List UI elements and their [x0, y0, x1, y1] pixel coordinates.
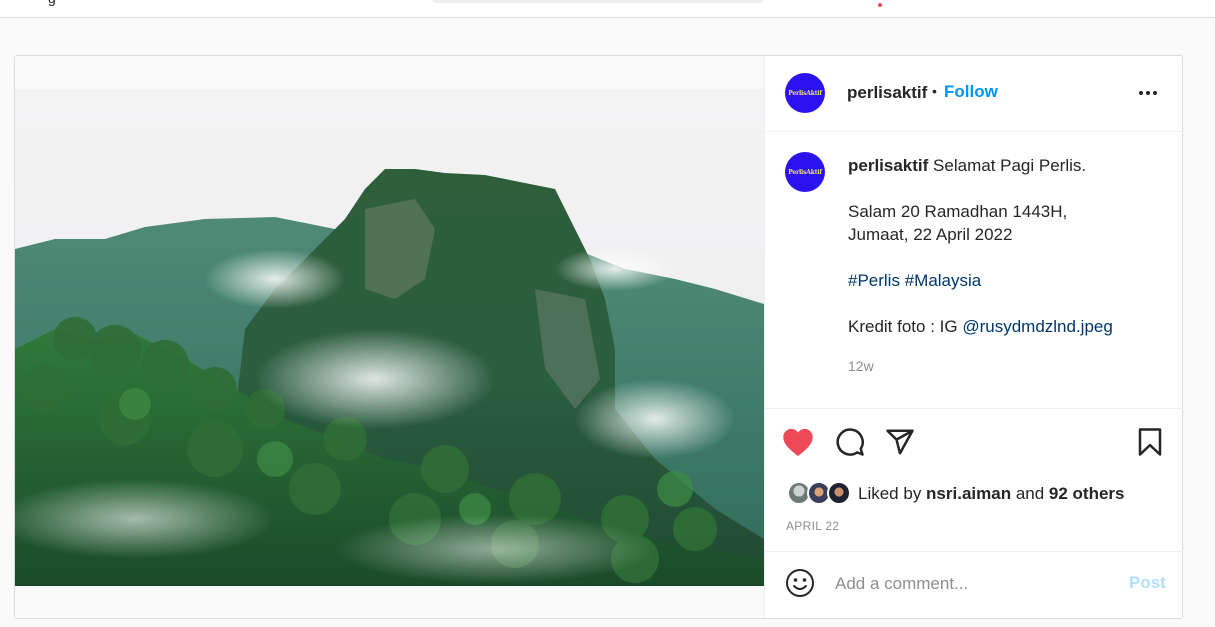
more-options-button[interactable]: [1135, 78, 1161, 108]
follow-button[interactable]: Follow: [944, 82, 998, 102]
post-comment-button[interactable]: Post: [1129, 573, 1166, 593]
post-caption: perlisaktif Selamat Pagi Perlis. Salam 2…: [848, 154, 1168, 338]
share-icon: [886, 429, 914, 455]
comment-input[interactable]: [835, 572, 1115, 596]
save-button[interactable]: [1133, 425, 1167, 459]
like-button[interactable]: [781, 425, 815, 459]
credit-prefix: Kredit foto : IG: [848, 317, 963, 336]
emoji-icon[interactable]: [785, 568, 815, 598]
avatar: [827, 481, 851, 505]
caption-author-avatar[interactable]: PerlisAktif: [785, 152, 825, 192]
top-nav-bar: g: [0, 0, 1215, 18]
hashtag-link[interactable]: #Perlis: [848, 271, 900, 290]
credit-handle-link[interactable]: @rusydmdzlnd.jpeg: [962, 317, 1113, 336]
caption-section: PerlisAktif perlisaktif Selamat Pagi Per…: [765, 132, 1183, 409]
bookmark-icon: [1138, 428, 1162, 456]
nav-fragment: g: [48, 0, 56, 6]
author-username[interactable]: perlisaktif: [847, 83, 927, 103]
notification-dot: [878, 3, 882, 7]
caption-username[interactable]: perlisaktif: [848, 156, 928, 175]
post-photo[interactable]: [15, 89, 764, 586]
liker-avatars[interactable]: [787, 481, 853, 505]
liked-by-and: and: [1011, 484, 1049, 503]
liked-by-text: Liked by nsri.aiman and 92 others: [858, 484, 1125, 504]
post-media: [15, 56, 764, 618]
liked-by-prefix: Liked by: [858, 484, 927, 503]
share-button[interactable]: [883, 425, 917, 459]
post-sidebar: PerlisAktif perlisaktif • Follow PerlisA…: [764, 56, 1183, 618]
search-bar[interactable]: [432, 0, 764, 3]
avatar-logo-text: PerlisAktif: [788, 89, 822, 97]
comment-form: Post: [765, 552, 1183, 618]
author-avatar[interactable]: PerlisAktif: [785, 73, 825, 113]
caption-line: Salam 20 Ramadhan 1443H,: [848, 202, 1068, 221]
liked-by-user-link[interactable]: nsri.aiman: [926, 484, 1011, 503]
separator-dot: •: [932, 83, 937, 99]
post-date[interactable]: APRIL 22: [786, 519, 839, 533]
comment-icon: [836, 428, 864, 456]
comment-button[interactable]: [833, 425, 867, 459]
heart-icon: [783, 428, 813, 456]
avatar-logo-text: PerlisAktif: [788, 168, 822, 176]
more-icon: [1139, 91, 1157, 95]
post-card: PerlisAktif perlisaktif • Follow PerlisA…: [14, 55, 1183, 619]
caption-line: Selamat Pagi Perlis.: [933, 156, 1087, 175]
hashtag-link[interactable]: #Malaysia: [905, 271, 982, 290]
post-header: PerlisAktif perlisaktif • Follow: [765, 56, 1183, 132]
post-time-ago[interactable]: 12w: [848, 358, 874, 374]
caption-line: Jumaat, 22 April 2022: [848, 225, 1013, 244]
liked-by-others-link[interactable]: 92 others: [1049, 484, 1125, 503]
post-actions: Liked by nsri.aiman and 92 others APRIL …: [765, 409, 1183, 552]
